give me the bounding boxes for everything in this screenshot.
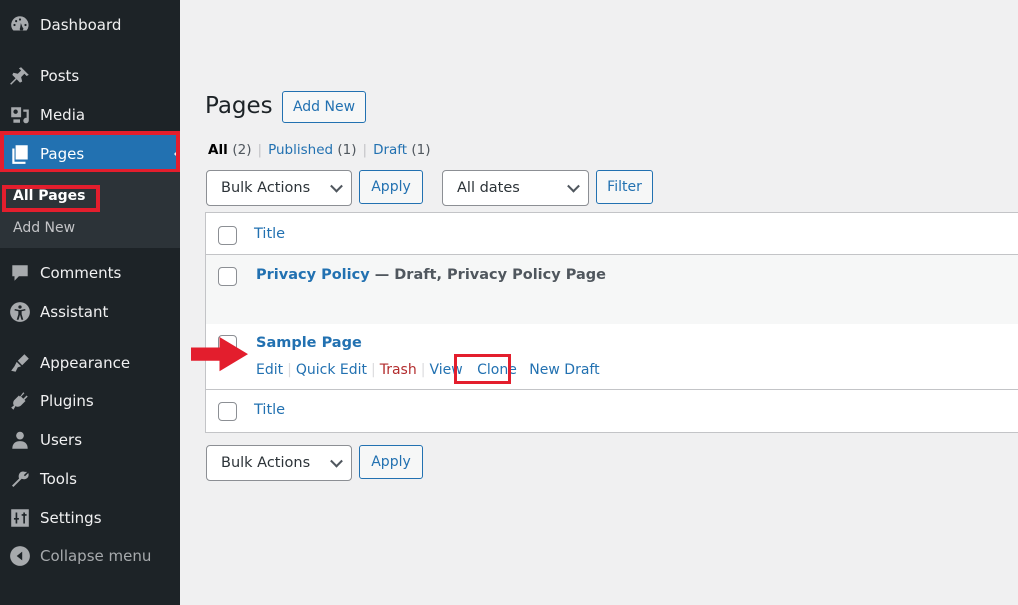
sidebar-item-posts[interactable]: Posts bbox=[0, 57, 180, 95]
bulk-actions-value: Bulk Actions bbox=[221, 180, 311, 196]
pages-submenu: All Pages Add New bbox=[0, 172, 180, 248]
view-draft-link[interactable]: Draft (1) bbox=[373, 142, 430, 158]
chevron-down-icon bbox=[567, 179, 580, 193]
sidebar-item-label: Comments bbox=[40, 264, 122, 282]
settings-sliders-icon bbox=[0, 499, 40, 537]
sidebar-item-pages[interactable]: Pages bbox=[0, 135, 180, 173]
add-new-button[interactable]: Add New bbox=[282, 91, 366, 123]
apply-button-top[interactable]: Apply bbox=[359, 170, 423, 204]
plug-icon bbox=[0, 382, 40, 420]
pages-table: Title Privacy Policy — Draft, Privacy Po… bbox=[205, 212, 1018, 433]
pages-icon bbox=[0, 135, 40, 173]
select-all-checkbox-footer[interactable] bbox=[218, 402, 237, 421]
accessibility-icon bbox=[0, 293, 40, 331]
sidebar-item-plugins[interactable]: Plugins bbox=[0, 382, 180, 420]
apply-button-bottom[interactable]: Apply bbox=[359, 445, 423, 479]
collapse-menu-button[interactable]: Collapse menu bbox=[0, 537, 180, 575]
filter-button[interactable]: Filter bbox=[596, 170, 653, 204]
sidebar-item-label: Appearance bbox=[40, 354, 131, 372]
sidebar-item-label: Dashboard bbox=[40, 16, 122, 34]
row-title-link[interactable]: Privacy Policy — Draft, Privacy Policy P… bbox=[256, 267, 606, 283]
admin-sidebar: Dashboard Posts Media Pages All Pages Ad… bbox=[0, 0, 180, 605]
clone-link[interactable]: Clone bbox=[477, 362, 517, 378]
bulk-actions-select-bottom[interactable]: Bulk Actions bbox=[206, 445, 352, 481]
separator: | bbox=[362, 142, 368, 158]
sidebar-item-appearance[interactable]: Appearance bbox=[0, 344, 180, 382]
sidebar-item-label: Pages bbox=[40, 145, 85, 163]
sidebar-item-comments[interactable]: Comments bbox=[0, 254, 180, 292]
sidebar-item-label: Media bbox=[40, 106, 86, 124]
comment-icon bbox=[0, 254, 40, 292]
dashboard-icon bbox=[0, 6, 40, 44]
chevron-down-icon bbox=[330, 179, 343, 193]
chevron-down-icon bbox=[330, 454, 343, 468]
page-title: Pages bbox=[205, 93, 273, 119]
post-state: — Draft, Privacy Policy Page bbox=[369, 267, 606, 283]
row-checkbox[interactable] bbox=[218, 267, 237, 286]
new-draft-link[interactable]: New Draft bbox=[529, 362, 599, 378]
main-content: Pages Add New All (2) | Published (1) | Draf… bbox=[180, 0, 1018, 605]
sidebar-item-label: Settings bbox=[40, 509, 102, 527]
submenu-all-pages[interactable]: All Pages bbox=[13, 188, 86, 204]
submenu-add-new[interactable]: Add New bbox=[13, 220, 75, 236]
sidebar-item-label: Assistant bbox=[40, 303, 109, 321]
wrench-icon bbox=[0, 460, 40, 498]
sidebar-item-users[interactable]: Users bbox=[0, 421, 180, 459]
red-arrow-annotation-icon bbox=[191, 337, 248, 372]
sidebar-item-settings[interactable]: Settings bbox=[0, 499, 180, 537]
view-all-link[interactable]: All (2) bbox=[208, 142, 252, 158]
quick-edit-link[interactable]: Quick Edit bbox=[296, 362, 367, 378]
user-icon bbox=[0, 421, 40, 459]
sidebar-item-assistant[interactable]: Assistant bbox=[0, 293, 180, 331]
table-row: Privacy Policy — Draft, Privacy Policy P… bbox=[206, 255, 1018, 324]
table-header-row: Title bbox=[206, 213, 1018, 255]
bulk-actions-select-top[interactable]: Bulk Actions bbox=[206, 170, 352, 206]
sidebar-item-label: Tools bbox=[40, 470, 77, 488]
collapse-icon bbox=[0, 537, 40, 575]
table-row: Sample Page Edit | Quick Edit | Trash | View C… bbox=[206, 324, 1018, 390]
collapse-menu-label: Collapse menu bbox=[40, 547, 152, 565]
pin-icon bbox=[0, 57, 40, 95]
table-footer-row: Title bbox=[206, 390, 1018, 433]
media-icon bbox=[0, 96, 40, 134]
sidebar-item-tools[interactable]: Tools bbox=[0, 460, 180, 498]
column-header-title[interactable]: Title bbox=[254, 226, 285, 242]
bulk-actions-value: Bulk Actions bbox=[221, 455, 311, 471]
row-title-link[interactable]: Sample Page bbox=[256, 335, 362, 351]
sidebar-item-media[interactable]: Media bbox=[0, 96, 180, 134]
trash-link[interactable]: Trash bbox=[380, 362, 417, 378]
select-all-checkbox[interactable] bbox=[218, 226, 237, 245]
sidebar-item-dashboard[interactable]: Dashboard bbox=[0, 6, 180, 44]
view-published-link[interactable]: Published (1) bbox=[268, 142, 356, 158]
sidebar-item-label: Plugins bbox=[40, 392, 94, 410]
dates-select[interactable]: All dates bbox=[442, 170, 589, 206]
edit-link[interactable]: Edit bbox=[256, 362, 283, 378]
dates-value: All dates bbox=[457, 180, 520, 196]
view-link[interactable]: View bbox=[429, 362, 462, 378]
row-actions: Edit | Quick Edit | Trash | View Clone New Dra… bbox=[256, 362, 600, 378]
sidebar-item-label: Users bbox=[40, 431, 83, 449]
paintbrush-icon bbox=[0, 344, 40, 382]
column-footer-title[interactable]: Title bbox=[254, 402, 285, 418]
view-filters: All (2) | Published (1) | Draft (1) bbox=[208, 142, 431, 158]
sidebar-item-label: Posts bbox=[40, 67, 80, 85]
separator: | bbox=[257, 142, 263, 158]
